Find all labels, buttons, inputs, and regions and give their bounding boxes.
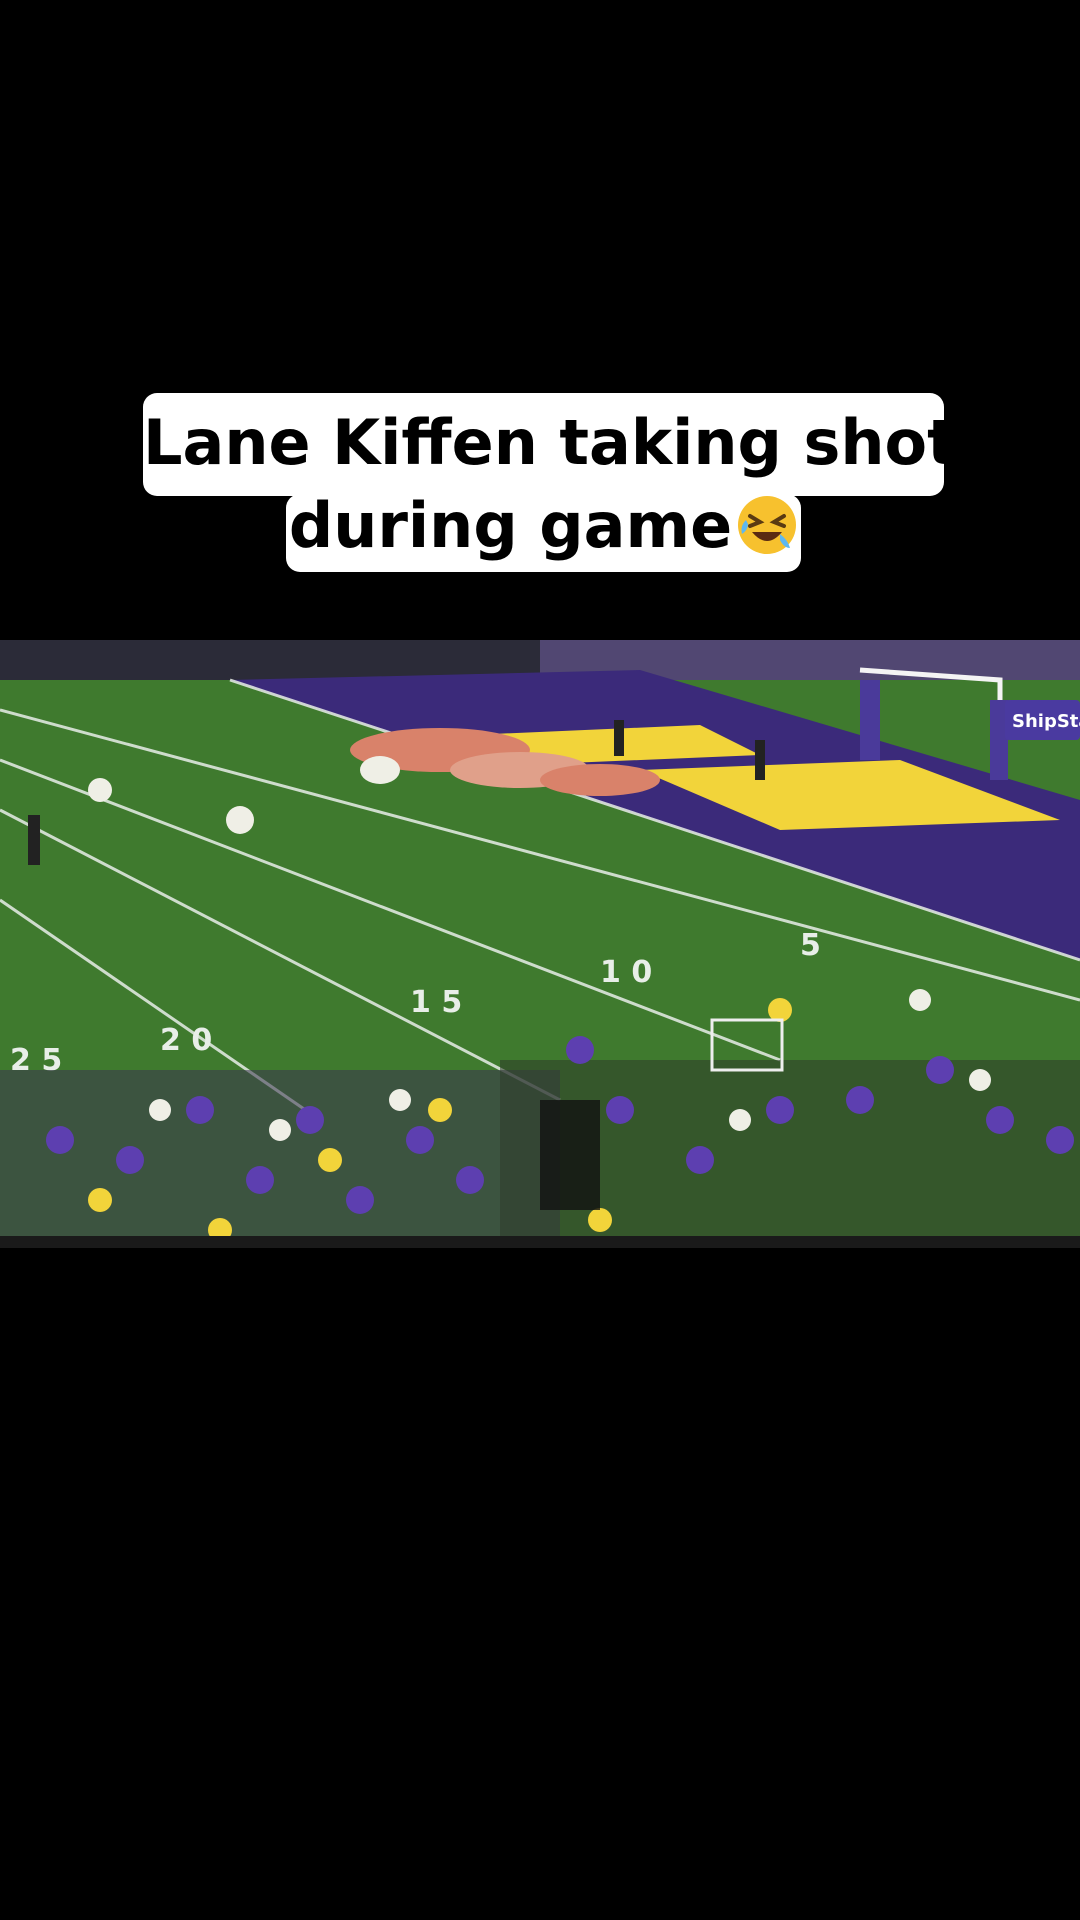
kicker-player	[88, 778, 112, 802]
yard-marker-10: 1 0	[600, 955, 652, 990]
caption-text-2: during game	[288, 489, 733, 563]
sponsor-sign-text: ShipStation	[1012, 711, 1080, 732]
yard-marker-5: 5	[800, 928, 821, 963]
football-field-scene: 1 0 1 5 2 0 5 2 5 ShipStation	[0, 640, 1080, 1248]
yard-marker-20: 2 0	[160, 1023, 212, 1058]
yard-marker-15: 1 5	[410, 985, 462, 1020]
referee	[28, 815, 40, 865]
caption-text-1: Lane Kiffen taking shots	[143, 406, 994, 479]
video-frame[interactable]: 1 0 1 5 2 0 5 2 5 ShipStation	[0, 640, 1080, 1248]
holder-player	[226, 806, 254, 834]
caption-line-1: Lane Kiffen taking shots	[143, 393, 994, 496]
camera-rig	[540, 1100, 600, 1210]
laughing-emoji-icon	[736, 494, 798, 566]
caption-line-2: during game	[286, 494, 801, 572]
